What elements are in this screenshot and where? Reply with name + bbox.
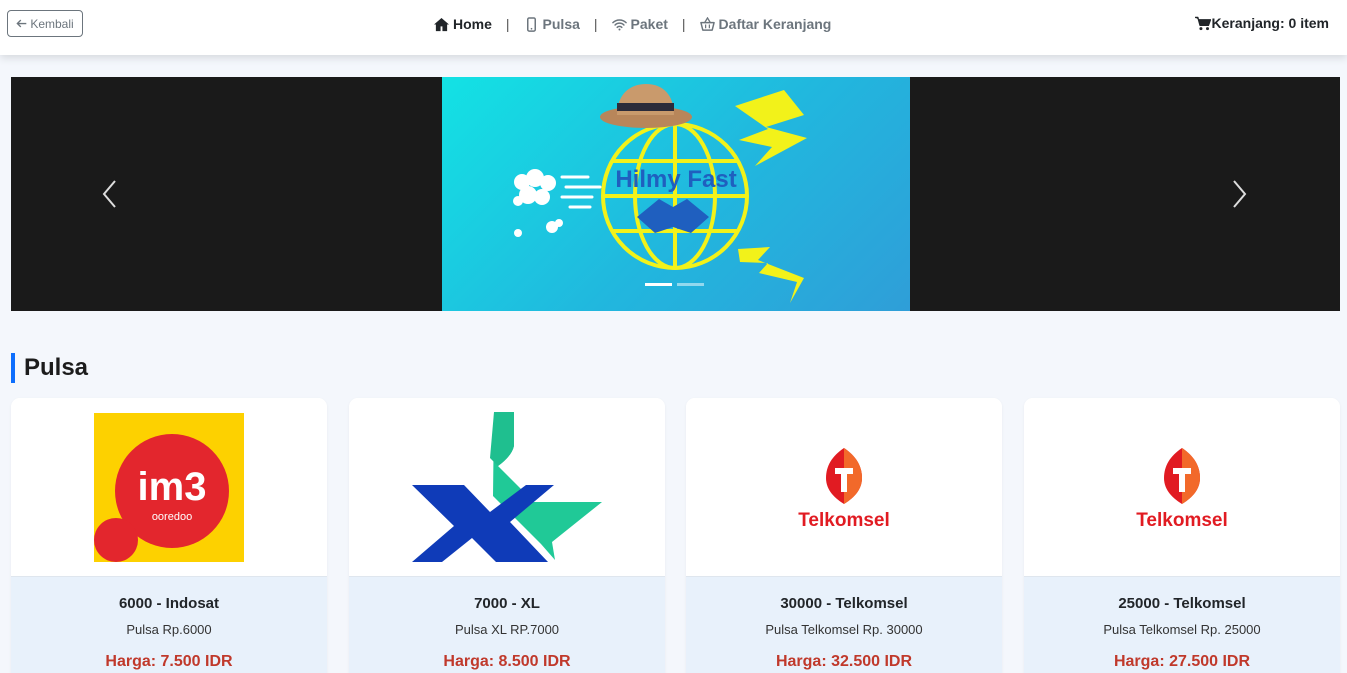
product-price: Harga: 32.500 IDR [775, 653, 913, 670]
nav-item-label: Home [453, 16, 492, 32]
cart-link[interactable]: Keranjang: 0 item [1194, 15, 1329, 31]
nav-separator: | [593, 16, 598, 32]
product-image: Telkomsel [1024, 398, 1340, 577]
product-name: 30000 - Telkomsel [780, 595, 908, 612]
basket-icon [699, 16, 715, 31]
svg-text:ooredoo: ooredoo [152, 511, 192, 523]
back-button[interactable]: Kembali [7, 10, 83, 37]
product-card[interactable]: 7000 - XL Pulsa XL RP.7000 Harga: 8.500 … [349, 398, 665, 673]
product-image [349, 398, 665, 577]
carousel-indicator[interactable] [677, 283, 704, 286]
svg-text:Telkomsel: Telkomsel [1136, 510, 1228, 530]
nav-item-label: Paket [630, 16, 668, 32]
carousel-slide: Hilmy Fast [442, 77, 910, 311]
xl-logo [412, 412, 602, 564]
nav-item-pulsa[interactable]: Pulsa [524, 16, 580, 32]
arrow-left-icon [16, 19, 27, 28]
banner-carousel: Hilmy Fast [11, 77, 1340, 311]
product-name: 7000 - XL [474, 595, 540, 612]
nav-item-paket[interactable]: Paket [611, 16, 668, 32]
product-name: 25000 - Telkomsel [1118, 595, 1246, 612]
product-price: Harga: 27.500 IDR [1113, 653, 1251, 670]
product-description: Pulsa XL RP.7000 [454, 622, 560, 637]
product-card[interactable]: im3 ooredoo 6000 - Indosat Pulsa Rp.6000… [11, 398, 327, 673]
main-menu: Home | Pulsa | Paket | Daftar Keranjang [434, 15, 831, 33]
product-description: Pulsa Rp.6000 [126, 622, 212, 637]
svg-text:im3: im3 [138, 465, 207, 509]
wifi-icon [611, 18, 627, 30]
product-price: Harga: 8.500 IDR [443, 653, 571, 670]
nav-item-home[interactable]: Home [434, 16, 492, 32]
product-name: 6000 - Indosat [118, 595, 220, 612]
nav-separator: | [505, 16, 510, 32]
carousel-prev-icon[interactable] [100, 177, 120, 211]
product-description: Pulsa Telkomsel Rp. 30000 [765, 622, 923, 637]
mobile-icon [526, 16, 536, 32]
cart-icon [1194, 16, 1211, 30]
nav-separator: | [681, 16, 686, 32]
carousel-indicators [645, 283, 704, 286]
product-card[interactable]: Telkomsel 25000 - Telkomsel Pulsa Telkom… [1024, 398, 1340, 673]
home-icon [434, 17, 449, 31]
product-image: im3 ooredoo [11, 398, 327, 577]
carousel-next-icon[interactable] [1229, 177, 1249, 211]
nav-item-daftar-keranjang[interactable]: Daftar Keranjang [699, 16, 832, 32]
banner-title: Hilmy Fast [615, 166, 736, 193]
im3-ooredoo-logo: im3 ooredoo [94, 413, 244, 562]
nav-item-label: Daftar Keranjang [718, 16, 832, 32]
carousel-indicator[interactable] [645, 283, 672, 286]
section-title: Pulsa [11, 353, 88, 383]
top-navbar: Kembali Home | Pulsa | Paket | Daftar Ke… [0, 0, 1347, 55]
product-card[interactable]: Telkomsel 30000 - Telkomsel Pulsa Telkom… [686, 398, 1002, 673]
product-price: Harga: 7.500 IDR [105, 653, 233, 670]
svg-text:Telkomsel: Telkomsel [798, 510, 890, 530]
cart-label: Keranjang: 0 item [1211, 15, 1329, 31]
product-image: Telkomsel [686, 398, 1002, 577]
product-description: Pulsa Telkomsel Rp. 25000 [1103, 622, 1261, 637]
nav-item-label: Pulsa [542, 16, 580, 32]
telkomsel-logo: Telkomsel [1134, 446, 1230, 531]
back-button-label: Kembali [30, 16, 74, 31]
hilmy-fast-banner: Hilmy Fast [513, 84, 807, 303]
telkomsel-logo: Telkomsel [796, 446, 892, 531]
